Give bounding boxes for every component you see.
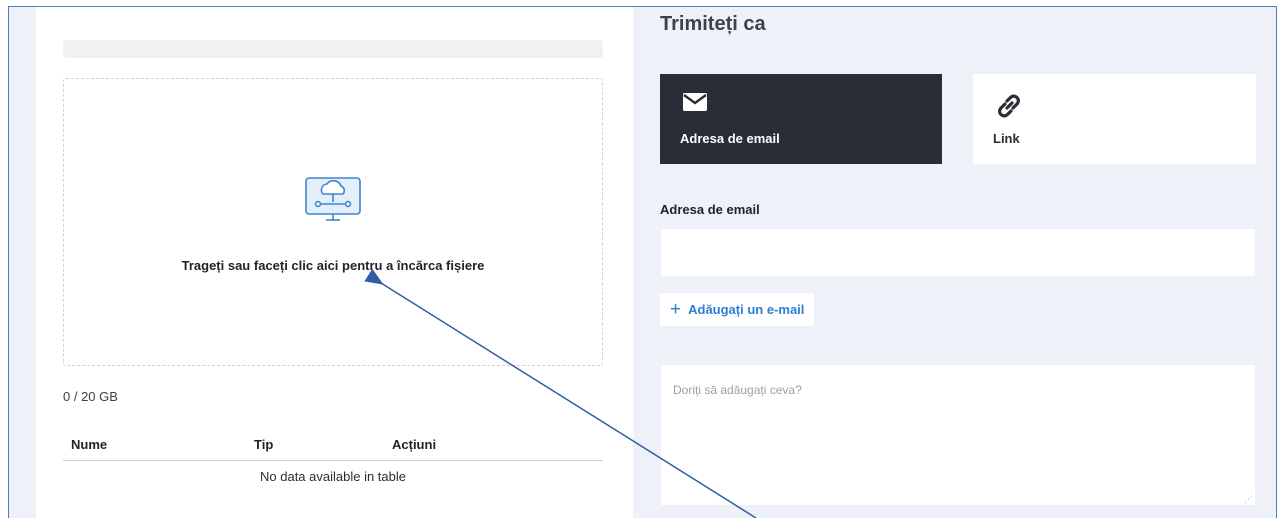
message-textarea[interactable] — [661, 365, 1255, 505]
email-field-label: Adresa de email — [660, 202, 760, 217]
column-header-actions: Acțiuni — [392, 437, 437, 452]
email-field[interactable] — [661, 229, 1255, 276]
envelope-icon — [683, 93, 707, 111]
send-mode-link-card[interactable]: Link — [973, 74, 1256, 164]
table-header: Nume Tip Acțiuni — [63, 429, 603, 461]
upload-progress-bar — [63, 40, 603, 58]
table-empty-message: No data available in table — [260, 469, 406, 484]
send-mode-email-label: Adresa de email — [680, 131, 780, 146]
link-icon — [998, 94, 1020, 118]
dropzone-instructions: Trageți sau faceți clic aici pentru a în… — [181, 258, 485, 273]
column-header-type[interactable]: Tip — [254, 437, 273, 452]
cloud-upload-monitor-icon — [305, 177, 361, 221]
upload-panel: Trageți sau faceți clic aici pentru a în… — [36, 7, 633, 518]
file-dropzone[interactable]: Trageți sau faceți clic aici pentru a în… — [63, 78, 603, 366]
send-as-heading: Trimiteți ca — [660, 13, 766, 35]
add-email-button[interactable]: + Adăugați un e-mail — [660, 293, 815, 326]
add-email-label: Adăugați un e-mail — [688, 302, 805, 317]
send-mode-link-label: Link — [993, 131, 1020, 146]
resize-handle-icon[interactable]: ⋰ — [1244, 494, 1253, 505]
app-frame: Trageți sau faceți clic aici pentru a în… — [8, 6, 1277, 518]
storage-usage: 0 / 20 GB — [63, 389, 118, 404]
send-mode-email-card[interactable]: Adresa de email — [660, 74, 942, 164]
plus-icon: + — [670, 299, 682, 320]
column-header-name[interactable]: Nume — [71, 437, 107, 452]
